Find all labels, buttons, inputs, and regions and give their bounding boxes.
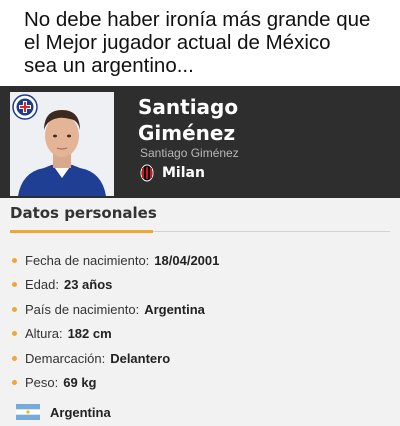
- meme-caption: No debe haber ironía más grande que el M…: [0, 0, 400, 86]
- nationality-name: Argentina: [50, 404, 111, 420]
- section-accent-bar: [10, 230, 153, 233]
- ac-milan-crest-icon: [140, 164, 154, 182]
- fact-position: Demarcación: Delantero: [12, 346, 392, 371]
- fact-weight: Peso: 69 kg: [12, 371, 392, 396]
- fact-label: País de nacimiento:: [25, 301, 140, 317]
- fact-value: Argentina: [144, 301, 205, 317]
- player-name: Santiago Giménez: [138, 94, 238, 146]
- player-photo: [10, 92, 114, 196]
- fact-label: Demarcación:: [25, 350, 106, 366]
- bullet-icon: [12, 355, 17, 361]
- player-name-first: Santiago: [138, 95, 239, 119]
- bullet-icon: [12, 331, 17, 337]
- fact-height: Altura: 182 cm: [12, 322, 392, 347]
- argentina-flag-icon: [16, 404, 40, 420]
- fact-label: Altura:: [25, 326, 63, 342]
- caption-line: el Mejor jugador actual de México: [24, 31, 331, 54]
- fact-value: 18/04/2001: [154, 252, 220, 268]
- personal-facts-list: Fecha de nacimiento: 18/04/2001 Edad: 23…: [12, 248, 392, 395]
- bullet-icon: [12, 306, 17, 312]
- caption-line: sea un argentino...: [24, 54, 194, 77]
- fact-label: Edad:: [25, 277, 59, 293]
- fact-value: Delantero: [110, 350, 171, 366]
- player-club[interactable]: Milan: [140, 163, 205, 183]
- fact-value: 23 años: [63, 277, 113, 293]
- bullet-icon: [12, 257, 17, 263]
- fact-age: Edad: 23 años: [12, 273, 392, 298]
- fact-birth-date: Fecha de nacimiento: 18/04/2001: [12, 248, 392, 273]
- fact-value: 182 cm: [67, 326, 112, 342]
- club-name: Milan: [162, 165, 205, 181]
- player-name-last: Giménez: [138, 121, 236, 145]
- section-title: Datos personales: [10, 204, 157, 222]
- cruz-azul-crest-icon: [12, 94, 38, 120]
- nationality-row[interactable]: Argentina: [16, 404, 111, 420]
- fact-label: Fecha de nacimiento:: [25, 252, 150, 268]
- fact-label: Peso:: [25, 375, 59, 391]
- fact-value: 69 kg: [63, 375, 97, 391]
- fact-birth-country: País de nacimiento: Argentina: [12, 297, 392, 322]
- player-full-name: Santiago Giménez: [140, 146, 239, 160]
- bullet-icon: [12, 282, 17, 288]
- bullet-icon: [12, 380, 17, 386]
- personal-data-panel: Datos personales Fecha de nacimiento: 18…: [0, 198, 400, 426]
- caption-line: No debe haber ironía más grande que: [24, 8, 371, 31]
- player-header: Santiago Giménez Santiago Giménez Milan: [0, 86, 400, 198]
